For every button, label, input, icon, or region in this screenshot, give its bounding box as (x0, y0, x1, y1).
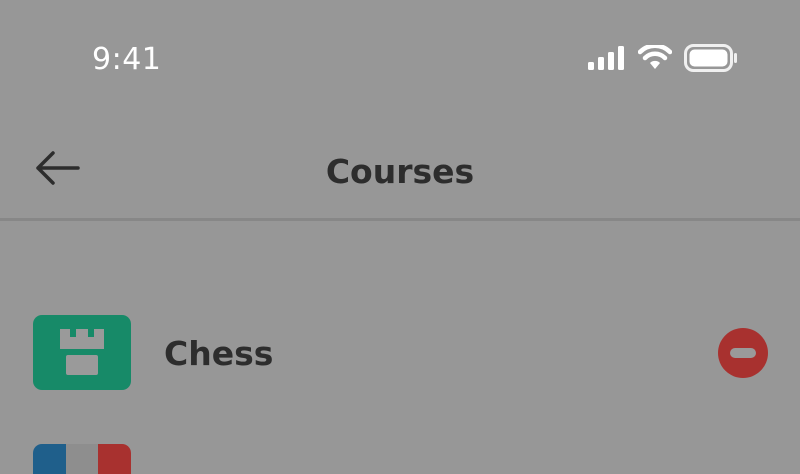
flag-stripe-gray (65, 444, 99, 474)
wifi-icon (638, 45, 672, 71)
flag-stripe-blue (33, 444, 66, 474)
cellular-signal-icon (588, 46, 626, 70)
page-title: Courses (325, 152, 475, 191)
course-item-chess[interactable]: Chess (0, 300, 800, 410)
nav-divider (0, 218, 800, 221)
minus-circle-icon (730, 348, 756, 358)
course-list: Chess (0, 300, 800, 474)
status-icons (588, 44, 738, 72)
flag-stripe-red (98, 444, 131, 474)
nav-bar: Courses (0, 120, 800, 218)
status-bar: 9:41 (0, 0, 800, 120)
chess-rook-icon (33, 315, 131, 390)
battery-icon (684, 44, 738, 72)
course-label: Chess (164, 334, 274, 373)
status-time: 9:41 (92, 42, 162, 77)
remove-course-button[interactable] (718, 328, 768, 378)
flag-icon[interactable] (33, 444, 131, 474)
